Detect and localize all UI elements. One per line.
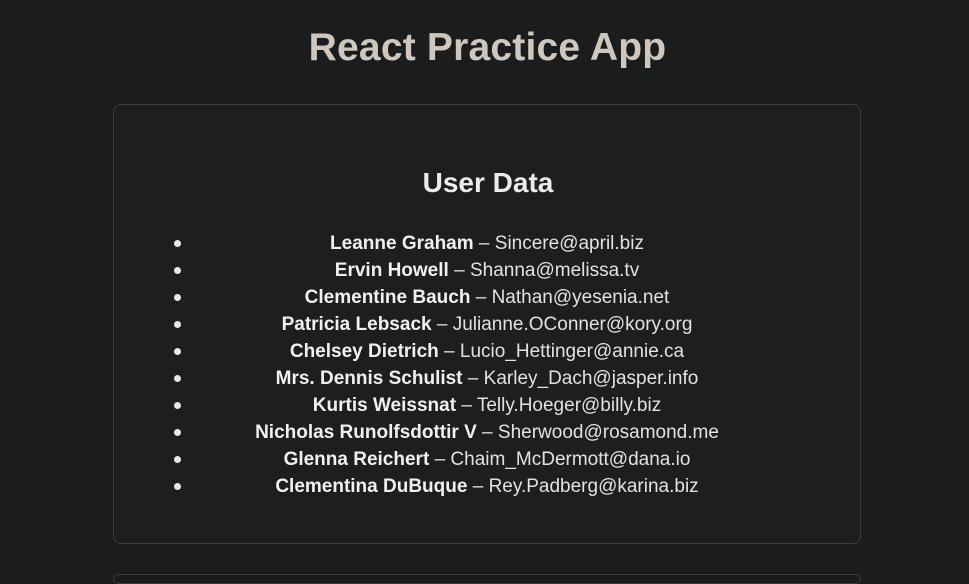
user-email: Chaim_McDermott@dana.io (450, 449, 691, 470)
user-email: Sherwood@rosamond.me (497, 422, 719, 443)
user-name: Patricia Lebsack (281, 314, 432, 335)
user-name: Nicholas Runolfsdottir V (255, 422, 477, 443)
separator: – (482, 422, 493, 443)
bullet-icon (174, 456, 181, 463)
bullet-icon (174, 348, 181, 355)
user-list-item: Chelsey Dietrich – Lucio_Hettinger@annie… (174, 338, 800, 365)
separator: – (478, 233, 490, 254)
separator: – (444, 341, 455, 362)
bullet-icon (174, 402, 181, 409)
separator: – (461, 395, 472, 416)
user-data-card: User Data Leanne Graham – Sincere@april.… (113, 104, 861, 544)
separator: – (434, 449, 446, 470)
separator: – (472, 476, 484, 497)
user-email: Telly.Hoeger@billy.biz (476, 395, 662, 416)
user-name: Leanne Graham (330, 233, 474, 254)
user-email: Sincere@april.biz (494, 233, 644, 254)
user-name: Mrs. Dennis Schulist (275, 368, 463, 389)
bullet-icon (174, 483, 181, 490)
separator: – (454, 260, 465, 281)
user-list-item: Nicholas Runolfsdottir V – Sherwood@rosa… (174, 419, 800, 446)
bullet-icon (174, 429, 181, 436)
user-list-item: Glenna Reichert – Chaim_McDermott@dana.i… (174, 446, 800, 473)
bullet-icon (174, 321, 181, 328)
user-list-item: Leanne Graham – Sincere@april.biz (174, 230, 800, 257)
user-name: Clementine Bauch (304, 287, 471, 308)
user-email: Rey.Padberg@karina.biz (488, 476, 699, 497)
user-email: Lucio_Hettinger@annie.ca (459, 341, 685, 362)
separator: – (436, 314, 448, 335)
user-name: Kurtis Weissnat (312, 395, 457, 416)
user-email: Julianne.OConner@kory.org (452, 314, 693, 335)
user-list: Leanne Graham – Sincere@april.biz Ervin … (174, 230, 800, 500)
user-name: Chelsey Dietrich (289, 341, 439, 362)
user-email: Shanna@melissa.tv (469, 260, 640, 281)
separator: – (475, 287, 487, 308)
separator: – (467, 368, 479, 389)
user-name: Clementina DuBuque (275, 476, 468, 497)
user-name: Ervin Howell (334, 260, 449, 281)
user-email: Nathan@yesenia.net (491, 287, 670, 308)
user-list-item: Ervin Howell – Shanna@melissa.tv (174, 257, 800, 284)
next-card-edge (113, 574, 861, 584)
user-list-item: Clementina DuBuque – Rey.Padberg@karina.… (174, 473, 800, 500)
user-list-item: Mrs. Dennis Schulist – Karley_Dach@jaspe… (174, 365, 800, 392)
bullet-icon (174, 375, 181, 382)
user-list-item: Patricia Lebsack – Julianne.OConner@kory… (174, 311, 800, 338)
bullet-icon (174, 240, 181, 247)
app-title: React Practice App (308, 26, 667, 69)
user-list-item: Kurtis Weissnat – Telly.Hoeger@billy.biz (174, 392, 800, 419)
user-list-item: Clementine Bauch – Nathan@yesenia.net (174, 284, 800, 311)
user-name: Glenna Reichert (283, 449, 430, 470)
user-email: Karley_Dach@jasper.info (483, 368, 699, 389)
user-data-title: User Data (422, 167, 554, 198)
bullet-icon (174, 267, 181, 274)
bullet-icon (174, 294, 181, 301)
